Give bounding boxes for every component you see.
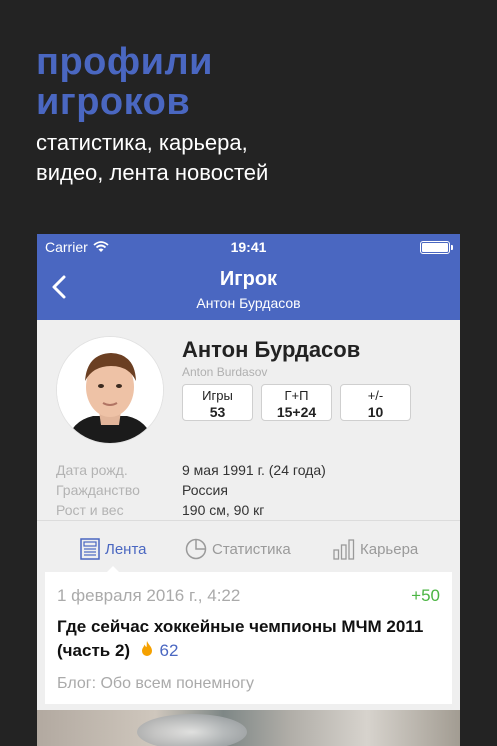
info-key: Гражданство <box>56 482 140 498</box>
pie-chart-icon <box>185 538 207 560</box>
tab-label: Статистика <box>212 540 291 558</box>
flame-icon <box>141 641 152 656</box>
feed-card[interactable]: 1 февраля 2016 г., 4:22 +50 Где сейчас х… <box>45 572 452 704</box>
player-stats: Игры 53 Г+П 15+24 +/- 10 <box>182 384 411 421</box>
info-key: Дата рожд. <box>56 462 128 478</box>
player-photo-icon <box>57 337 163 443</box>
feed-blog[interactable]: Блог: Обо всем понемногу <box>57 675 254 693</box>
feed-rating: +50 <box>411 586 440 605</box>
profile-tabs: Лента Статистика Карьера <box>37 520 460 573</box>
player-latin-name: Anton Burdasov <box>182 365 268 379</box>
bar-chart-icon <box>333 539 355 560</box>
stat-plus-minus: +/- 10 <box>340 384 411 421</box>
info-row-citizenship: Гражданство Россия <box>56 480 326 500</box>
player-avatar <box>57 337 163 443</box>
stat-value: 10 <box>367 404 384 420</box>
phone-screen: Carrier 19:41 Игрок Антон Бурдасов Антон… <box>37 234 460 746</box>
stat-goals-assists: Г+П 15+24 <box>261 384 332 421</box>
feed-date: 1 февраля 2016 г., 4:22 <box>57 586 241 605</box>
feed-title-block: Где сейчас хоккейные чемпионы МЧМ 2011 (… <box>57 615 447 663</box>
nav-title: Игрок <box>219 268 278 290</box>
player-profile: Антон Бурдасов Anton Burdasov Игры 53 Г+… <box>37 320 460 520</box>
stat-label: Г+П <box>284 388 309 403</box>
feed-title[interactable]: Где сейчас хоккейные чемпионы МЧМ 2011 (… <box>57 617 423 660</box>
info-value: Россия <box>182 482 228 498</box>
info-row-height-weight: Рост и вес 190 см, 90 кг <box>56 500 326 520</box>
tab-feed[interactable]: Лента <box>80 538 147 560</box>
stat-value: 53 <box>209 404 226 420</box>
tab-career[interactable]: Карьера <box>333 538 418 560</box>
tab-label: Лента <box>105 540 147 558</box>
stat-value: 15+24 <box>276 404 317 420</box>
news-photo[interactable] <box>37 710 460 746</box>
navigation-bar: Игрок Антон Бурдасов <box>37 260 460 320</box>
promo-subtitle-line1: статистика, карьера, <box>36 130 248 155</box>
status-time: 19:41 <box>230 239 267 255</box>
promo-subtitle-line2: видео, лента новостей <box>36 160 269 185</box>
hot-count: 62 <box>159 641 179 660</box>
player-name: Антон Бурдасов <box>182 337 361 362</box>
stat-label: +/- <box>367 388 384 403</box>
stat-label: Игры <box>202 388 233 403</box>
status-bar: Carrier 19:41 <box>37 234 460 260</box>
player-info: Дата рожд. 9 мая 1991 г. (24 года) Гражд… <box>56 460 326 520</box>
info-row-birthdate: Дата рожд. 9 мая 1991 г. (24 года) <box>56 460 326 480</box>
stat-games: Игры 53 <box>182 384 253 421</box>
promo-headline: профили игроков статистика, карьера, вид… <box>36 42 268 188</box>
info-value: 190 см, 90 кг <box>182 502 265 518</box>
info-key: Рост и вес <box>56 502 124 518</box>
battery-icon <box>420 241 453 254</box>
promo-title-line2: игроков <box>36 81 191 123</box>
nav-subtitle: Антон Бурдасов <box>196 295 301 311</box>
tab-label: Карьера <box>360 540 419 558</box>
tab-statistics[interactable]: Статистика <box>185 538 291 560</box>
feed-icon <box>80 538 100 560</box>
promo-title-line1: профили <box>36 41 213 83</box>
info-value: 9 мая 1991 г. (24 года) <box>182 462 326 478</box>
